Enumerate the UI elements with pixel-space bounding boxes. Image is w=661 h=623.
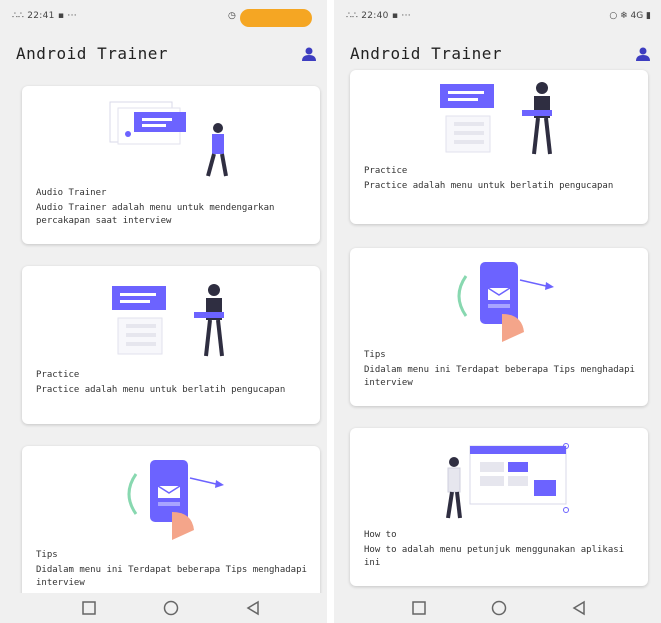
square-icon[interactable] <box>410 599 428 617</box>
person-icon[interactable] <box>635 46 651 62</box>
signal-text: ∴∴ <box>12 11 25 21</box>
status-bar: ∴∴ 22:40 ▪ ··· ○ ❄ 4G ▮ <box>334 0 661 32</box>
triangle-back-icon[interactable] <box>244 599 262 617</box>
circle-icon[interactable] <box>490 599 508 617</box>
signal-text: ∴∴ <box>346 11 359 21</box>
card-list[interactable]: Audio Trainer Audio Trainer adalah menu … <box>0 78 327 606</box>
status-left: ∴∴ 22:41 ▪ ··· <box>12 11 77 21</box>
screenshot-pair: ∴∴ 22:41 ▪ ··· ◷ Android Trainer Audio T… <box>0 0 661 623</box>
phone-left: ∴∴ 22:41 ▪ ··· ◷ Android Trainer Audio T… <box>0 0 327 623</box>
card-description: Practice adalah menu untuk berlatih peng… <box>36 385 286 395</box>
alarm-icon: ◷ <box>228 11 236 21</box>
tips-illustration <box>127 460 224 540</box>
card-practice[interactable]: Practice Practice adalah menu untuk berl… <box>350 70 648 224</box>
app-title: Android Trainer <box>16 44 168 63</box>
nav-bar <box>0 593 327 623</box>
card-description: Didalam menu ini Terdapat beberapa Tips … <box>36 565 307 588</box>
square-icon[interactable] <box>80 599 98 617</box>
card-title: Tips <box>364 350 386 360</box>
phone-right: ∴∴ 22:40 ▪ ··· ○ ❄ 4G ▮ Android Trainer <box>334 0 661 623</box>
triangle-back-icon[interactable] <box>570 599 588 617</box>
card-audio-trainer[interactable]: Audio Trainer Audio Trainer adalah menu … <box>22 86 320 244</box>
card-how-to[interactable]: How to How to adalah menu petunjuk mengg… <box>350 428 648 586</box>
redaction-pill <box>240 9 312 27</box>
practice-illustration <box>440 82 552 155</box>
card-description: How to adalah menu petunjuk menggunakan … <box>364 545 625 568</box>
notification-icon: ▪ ··· <box>57 11 77 21</box>
card-title: Practice <box>36 370 80 380</box>
status-left: ∴∴ 22:40 ▪ ··· <box>346 11 411 21</box>
person-icon[interactable] <box>301 46 317 62</box>
card-title: Practice <box>364 166 408 176</box>
card-tips[interactable]: Tips Didalam menu ini Terdapat beberapa … <box>22 446 320 606</box>
app-title: Android Trainer <box>350 44 502 63</box>
audio-illustration <box>109 101 228 177</box>
nav-bar <box>334 593 661 623</box>
tips-illustration <box>457 262 554 342</box>
card-tips[interactable]: Tips Didalam menu ini Terdapat beberapa … <box>350 248 648 406</box>
card-title: Audio Trainer <box>36 188 107 198</box>
card-list[interactable]: Practice Practice adalah menu untuk berl… <box>334 70 661 593</box>
practice-illustration <box>112 284 224 357</box>
circle-icon[interactable] <box>162 599 180 617</box>
status-time: 22:40 <box>361 11 389 21</box>
card-practice[interactable]: Practice Practice adalah menu untuk berl… <box>22 266 320 424</box>
status-time: 22:41 <box>27 11 55 21</box>
how-to-illustration <box>446 443 569 519</box>
card-title: How to <box>364 530 397 540</box>
notification-icon: ▪ ··· <box>391 11 411 21</box>
card-description: Audio Trainer adalah menu untuk mendenga… <box>36 203 275 226</box>
card-description: Didalam menu ini Terdapat beberapa Tips … <box>364 365 635 388</box>
app-bar: Android Trainer <box>0 32 327 78</box>
status-bar: ∴∴ 22:41 ▪ ··· ◷ <box>0 0 327 32</box>
card-title: Tips <box>36 550 58 560</box>
status-icons: ○ ❄ 4G ▮ <box>609 11 651 21</box>
card-description: Practice adalah menu untuk berlatih peng… <box>364 181 614 191</box>
